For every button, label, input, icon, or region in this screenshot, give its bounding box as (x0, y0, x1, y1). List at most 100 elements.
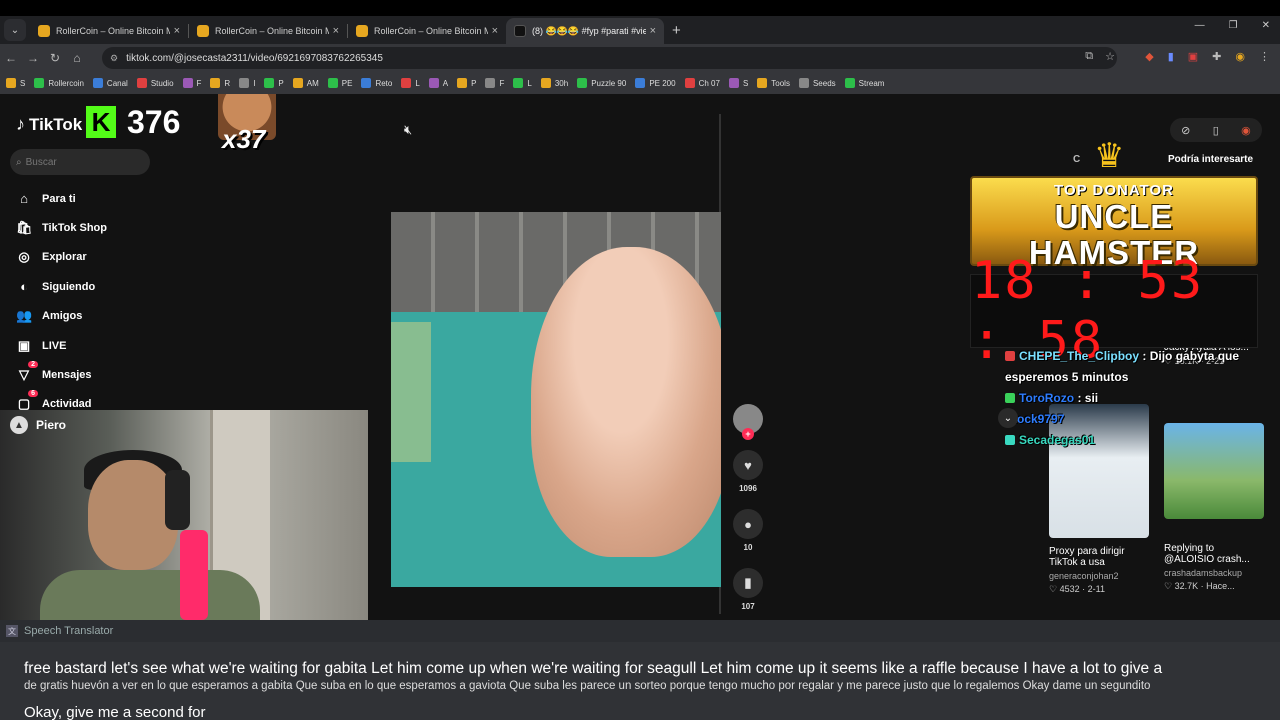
bookmark-item[interactable]: P (457, 78, 476, 88)
browser-tab-active[interactable]: (8) 😂😂😂 #fyp #parati #viejo × (506, 18, 664, 44)
bookmark-label: AM (306, 78, 319, 88)
bookmark-item[interactable]: A (428, 78, 448, 88)
tiktok-logo[interactable]: ♪ TikTok (16, 114, 82, 135)
profile-avatar[interactable]: ◉ (1241, 124, 1251, 137)
bookmark-label: S (20, 78, 26, 88)
menu-icon[interactable]: ⋮ (1259, 50, 1270, 63)
bookmark-favicon-icon (239, 78, 250, 88)
chevron-down-icon[interactable]: ⌄ (998, 408, 1018, 428)
bookmark-item[interactable]: Tools (757, 78, 790, 88)
bookmark-item[interactable]: Seeds (798, 78, 836, 88)
rollercoin-favicon-icon (38, 25, 50, 37)
bookmark-item[interactable]: PE (327, 78, 353, 88)
like-count: 1096 (739, 484, 757, 493)
emote-multiplier: x37 (222, 124, 266, 154)
bookmark-label: PE 200 (649, 78, 676, 88)
video-frame-face (531, 247, 721, 557)
bookmark-item[interactable]: R (210, 78, 230, 88)
comment-button[interactable]: ● (733, 509, 763, 539)
sidebar-item-para-ti[interactable]: ⌂ Para ti (0, 184, 200, 213)
sidebar-item-label: Amigos (42, 310, 83, 323)
bookmark-label: R (224, 78, 231, 88)
compass-icon[interactable]: ⊘ (1181, 124, 1190, 137)
browser-toolbar: ← → ↻ ⌂ ⚙ tiktok.com/@josecasta2311/vide… (0, 44, 1280, 72)
home-icon[interactable]: ⌂ (66, 51, 88, 65)
sidebar-item-tiktok-shop[interactable]: 🛍 TikTok Shop (0, 213, 200, 242)
bookmark-item[interactable]: S (728, 78, 748, 88)
tab-related[interactable]: Podría interesarte (1168, 154, 1253, 165)
bookmark-item[interactable]: I (239, 78, 255, 88)
bookmark-item[interactable]: Stream (844, 78, 884, 88)
bookmark-favicon-icon (757, 78, 768, 88)
bookmark-item[interactable]: Canal (92, 78, 128, 88)
chat-username: ToroRozo (1019, 391, 1075, 405)
sidebar-item-mensajes[interactable]: ▽ 2 Mensajes (0, 360, 200, 389)
save-button[interactable]: ▮ (733, 568, 763, 598)
sidebar-item-live[interactable]: ▣ LIVE (0, 331, 200, 360)
follow-plus-icon[interactable]: + (742, 428, 754, 440)
card-stats: ♡ 32.7K · Hace... (1164, 581, 1235, 591)
tab-comments[interactable]: C (1073, 154, 1080, 165)
maximize-icon[interactable]: ❐ (1229, 20, 1238, 31)
extension-icon[interactable]: ◉ (1235, 50, 1245, 63)
bookmark-item[interactable]: S (6, 78, 25, 88)
bookmark-star-icon[interactable]: ☆ (1105, 50, 1115, 63)
bookmark-favicon-icon (210, 78, 221, 88)
sidebar-item-explorar[interactable]: ◎ Explorar (0, 243, 200, 272)
extension-icon[interactable]: ◆ (1145, 50, 1153, 63)
sidebar-item-label: Actividad (42, 398, 92, 411)
close-icon[interactable]: × (174, 25, 180, 37)
stream-chat-overlay: CHEPE_The_Clipboy : Dijo gabyta que espe… (1005, 346, 1280, 451)
puzzle-icon[interactable]: ✚ (1212, 50, 1221, 63)
search-input[interactable] (25, 156, 136, 168)
reload-icon[interactable]: ↻ (44, 51, 66, 65)
install-app-icon[interactable]: ⧉ (1085, 50, 1093, 63)
bookmark-item[interactable]: F (182, 78, 201, 88)
bookmark-item[interactable]: Studio (136, 78, 174, 88)
extension-icon[interactable]: ▮ (1168, 50, 1174, 63)
bookmark-item[interactable]: Reto (361, 78, 392, 88)
close-window-icon[interactable]: ✕ (1262, 20, 1270, 31)
author-avatar[interactable]: + (733, 404, 763, 440)
tab-search-button[interactable]: ⌄ (4, 19, 26, 41)
bookmark-favicon-icon (577, 78, 588, 88)
extension-icon[interactable]: ▣ (1188, 50, 1198, 63)
bookmark-item[interactable]: Ch 07 (684, 78, 720, 88)
bookmark-item[interactable]: PE 200 (635, 78, 676, 88)
activity-badge: 6 (28, 390, 38, 398)
mute-icon[interactable]: 🔇︎ (404, 122, 412, 138)
window-controls: — ❐ ✕ (1195, 20, 1270, 31)
back-icon[interactable]: ← (0, 51, 22, 65)
forward-icon[interactable]: → (22, 51, 44, 65)
browser-tab[interactable]: RollerCoin – Online Bitcoin Min × (189, 18, 347, 44)
close-icon[interactable]: × (333, 25, 339, 37)
bookmark-item[interactable]: 30h (540, 78, 568, 88)
bookmark-item[interactable]: Rollercoin (34, 78, 84, 88)
browser-tab[interactable]: RollerCoin – Online Bitcoin Min × (348, 18, 506, 44)
search-icon: ⌕ (16, 156, 22, 168)
tiktok-logo-text: TikTok (29, 114, 83, 134)
minimize-icon[interactable]: — (1195, 20, 1205, 31)
bookmark-item[interactable]: AM (292, 78, 319, 88)
bookmark-item[interactable]: Puzzle 90 (577, 78, 626, 88)
sidebar-item-siguiendo[interactable]: ◐ Siguiendo (0, 272, 200, 301)
site-info-icon[interactable]: ⚙ (110, 53, 118, 64)
new-tab-icon[interactable]: + (672, 22, 681, 39)
device-icon[interactable]: ▯ (1213, 124, 1219, 137)
tiktok-page: ♪ TikTok K 376 x37 ⌕ ⌂ Para ti 🛍 TikTok … (0, 94, 1280, 720)
video-player[interactable] (391, 212, 721, 587)
bookmark-item[interactable]: P (264, 78, 284, 88)
video-actions: + ♥ 1096 ● 10 ▮ 107 (730, 404, 766, 611)
bookmark-item[interactable]: F (485, 78, 504, 88)
bookmark-label: PE (341, 78, 353, 88)
sidebar-item-amigos[interactable]: 👥 Amigos (0, 302, 200, 331)
search-box[interactable]: ⌕ (10, 149, 150, 175)
close-icon[interactable]: × (650, 25, 656, 37)
address-bar[interactable]: ⚙ tiktok.com/@josecasta2311/video/692169… (102, 47, 1117, 69)
close-icon[interactable]: × (492, 25, 498, 37)
bookmark-item[interactable]: L (401, 78, 420, 88)
like-button[interactable]: ♥ (733, 450, 763, 480)
bookmark-item[interactable]: L (513, 78, 532, 88)
sidebar-item-label: LIVE (42, 339, 67, 352)
browser-tab[interactable]: RollerCoin – Online Bitcoin Min × (30, 18, 188, 44)
